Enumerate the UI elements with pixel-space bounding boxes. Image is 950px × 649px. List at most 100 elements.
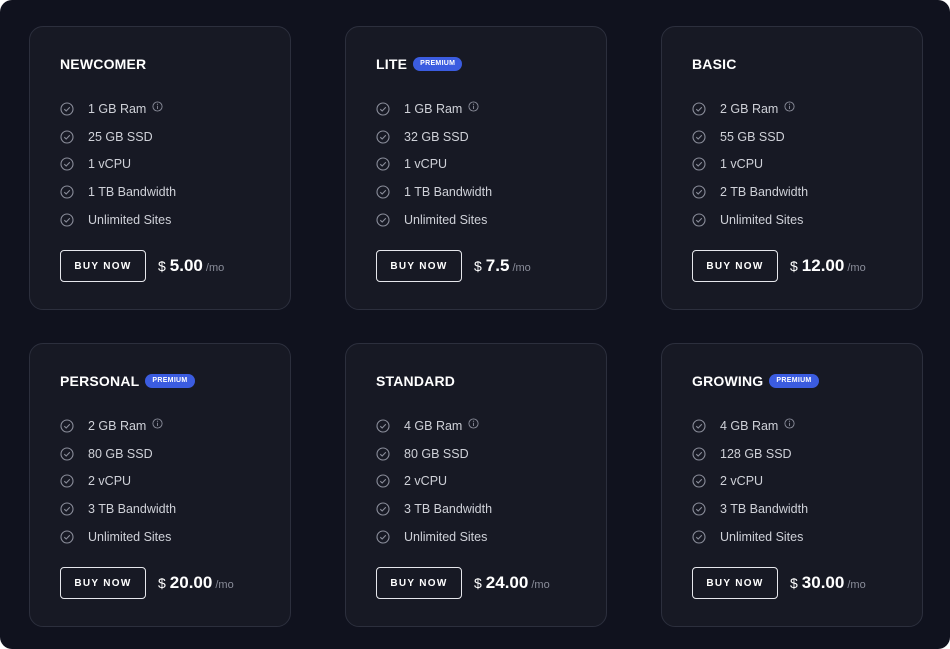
price-amount: 20.00 [169, 573, 213, 592]
feature-label: 1 TB Bandwidth [88, 184, 177, 199]
price-period: /mo [215, 579, 234, 591]
feature-label: 1 GB Ram [404, 101, 463, 116]
plan-header: NEWCOMER [60, 55, 146, 73]
feature-item: 3 TB Bandwidth [376, 495, 492, 523]
check-circle-icon [376, 502, 390, 516]
feature-label: Unlimited Sites [404, 212, 488, 227]
price-currency: $ [790, 258, 798, 274]
feature-item: 2 vCPU [692, 467, 808, 495]
feature-item: 128 GB SSD [692, 440, 808, 468]
plan-name: GROWING [692, 373, 764, 389]
check-circle-icon [692, 129, 706, 144]
plan-price: $ 20.00 /mo [158, 573, 234, 593]
price-period: /mo [531, 579, 550, 591]
plan-price: $ 5.00 /mo [158, 256, 224, 276]
check-circle-icon [60, 185, 74, 199]
plan-footer: BUY NOW $ 7.5 /mo [376, 250, 531, 282]
plan-footer: BUY NOW $ 20.00 /mo [60, 567, 234, 599]
info-icon[interactable] [468, 101, 479, 112]
plan-header: LITE PREMIUM [376, 55, 463, 73]
feature-item: 3 TB Bandwidth [60, 495, 176, 523]
plan-card-basic: BASIC 2 GB Ram 55 GB SSD 1 vCPU 2 TB Ban… [661, 26, 923, 310]
feature-item: 55 GB SSD [692, 123, 808, 151]
info-icon[interactable] [152, 418, 163, 429]
check-circle-icon [692, 446, 706, 461]
plan-header: STANDARD [376, 372, 455, 390]
feature-label: 2 TB Bandwidth [720, 184, 809, 199]
feature-item: Unlimited Sites [692, 523, 808, 551]
feature-label: 3 TB Bandwidth [720, 501, 809, 516]
price-period: /mo [512, 262, 531, 274]
feature-item: 1 vCPU [376, 150, 492, 178]
plan-name: LITE [376, 56, 408, 72]
check-circle-icon [60, 530, 74, 544]
plan-price: $ 30.00 /mo [790, 573, 866, 593]
plan-name: STANDARD [376, 373, 456, 389]
feature-label: Unlimited Sites [720, 212, 804, 227]
feature-label: 1 TB Bandwidth [404, 184, 493, 199]
price-period: /mo [847, 262, 866, 274]
feature-item: Unlimited Sites [376, 206, 492, 234]
price-amount: 24.00 [485, 573, 529, 592]
plan-card-growing: GROWING PREMIUM 4 GB Ram 128 GB SSD 2 vC… [661, 343, 923, 627]
info-icon[interactable] [468, 418, 479, 429]
feature-item: 2 vCPU [60, 467, 176, 495]
feature-item: 32 GB SSD [376, 123, 492, 151]
feature-item: 1 GB Ram [60, 95, 176, 123]
price-amount: 7.5 [485, 256, 510, 275]
check-circle-icon [60, 129, 74, 144]
feature-label: 2 GB Ram [88, 418, 147, 433]
feature-label: Unlimited Sites [88, 212, 172, 227]
feature-label: 32 GB SSD [404, 129, 469, 144]
info-icon[interactable] [784, 418, 795, 429]
premium-badge: PREMIUM [769, 374, 819, 388]
feature-item: 2 GB Ram [60, 412, 176, 440]
feature-label: 4 GB Ram [404, 418, 463, 433]
plan-footer: BUY NOW $ 5.00 /mo [60, 250, 224, 282]
check-circle-icon [376, 185, 390, 199]
info-icon[interactable] [784, 101, 795, 112]
feature-label: Unlimited Sites [720, 529, 804, 544]
feature-item: 1 TB Bandwidth [60, 178, 176, 206]
feature-label: 25 GB SSD [88, 129, 153, 144]
price-amount: 12.00 [801, 256, 845, 275]
feature-label: 80 GB SSD [88, 446, 153, 461]
price-amount: 30.00 [801, 573, 845, 592]
feature-item: 1 vCPU [60, 150, 176, 178]
info-icon[interactable] [152, 101, 163, 112]
feature-list: 4 GB Ram 128 GB SSD 2 vCPU 3 TB Bandwidt… [692, 412, 808, 550]
check-circle-icon [692, 502, 706, 516]
feature-item: 1 GB Ram [376, 95, 492, 123]
check-circle-icon [60, 419, 74, 433]
plan-card-personal: PERSONAL PREMIUM 2 GB Ram 80 GB SSD 2 vC… [29, 343, 291, 627]
feature-item: Unlimited Sites [60, 206, 176, 234]
plan-price: $ 24.00 /mo [474, 573, 550, 593]
plan-price: $ 7.5 /mo [474, 256, 531, 276]
feature-label: 55 GB SSD [720, 129, 785, 144]
buy-now-button[interactable]: BUY NOW [376, 250, 462, 282]
price-currency: $ [474, 575, 482, 591]
check-circle-icon [376, 157, 390, 171]
premium-badge: PREMIUM [145, 374, 195, 388]
plan-name: NEWCOMER [60, 56, 147, 72]
check-circle-icon [376, 474, 390, 488]
feature-label: 2 vCPU [404, 474, 448, 489]
price-currency: $ [790, 575, 798, 591]
feature-label: 1 GB Ram [88, 101, 147, 116]
feature-item: 2 TB Bandwidth [692, 178, 808, 206]
pricing-panel: NEWCOMER 1 GB Ram 25 GB SSD 1 vCPU 1 TB … [0, 0, 950, 649]
check-circle-icon [60, 502, 74, 516]
check-circle-icon [376, 102, 390, 116]
check-circle-icon [692, 157, 706, 171]
buy-now-button[interactable]: BUY NOW [60, 250, 146, 282]
price-currency: $ [158, 575, 166, 591]
buy-now-button[interactable]: BUY NOW [692, 250, 778, 282]
buy-now-button[interactable]: BUY NOW [376, 567, 462, 599]
plan-header: BASIC [692, 55, 737, 73]
check-circle-icon [692, 102, 706, 116]
buy-now-button[interactable]: BUY NOW [692, 567, 778, 599]
buy-now-button[interactable]: BUY NOW [60, 567, 146, 599]
check-circle-icon [692, 213, 706, 227]
plan-footer: BUY NOW $ 12.00 /mo [692, 250, 866, 282]
check-circle-icon [376, 419, 390, 433]
